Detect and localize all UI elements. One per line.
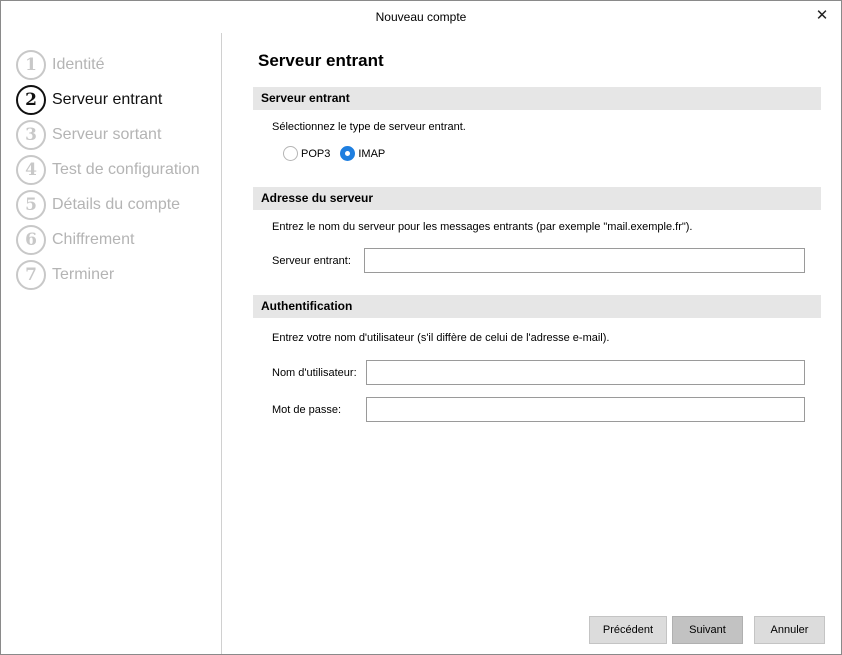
step-number: 5 xyxy=(16,190,46,220)
step-number: 6 xyxy=(16,225,46,255)
pop3-radio-label[interactable]: POP3 xyxy=(301,148,330,160)
imap-radio-label[interactable]: IMAP xyxy=(358,148,385,160)
previous-button[interactable]: Précédent xyxy=(589,616,667,644)
step-number: 3 xyxy=(16,120,46,150)
password-label: Mot de passe: xyxy=(272,404,342,416)
page-title: Serveur entrant xyxy=(258,51,384,70)
step-number: 7 xyxy=(16,260,46,290)
step-identite: 1 Identité xyxy=(16,50,104,80)
section-header-authentication: Authentification xyxy=(253,295,821,318)
window-title: Nouveau compte xyxy=(375,10,467,24)
auth-instruction: Entrez votre nom d'utilisateur (s'il dif… xyxy=(272,332,610,344)
next-button[interactable]: Suivant xyxy=(672,616,743,644)
cancel-button[interactable]: Annuler xyxy=(754,616,825,644)
section-header-incoming: Serveur entrant xyxy=(253,87,821,110)
step-label: Serveur entrant xyxy=(52,91,163,108)
incoming-server-input[interactable] xyxy=(364,248,805,273)
close-icon[interactable]: ✕ xyxy=(813,7,831,25)
step-label: Test de configuration xyxy=(52,161,200,178)
server-type-radio-group: POP3 IMAP xyxy=(283,146,395,161)
step-label: Terminer xyxy=(52,266,115,283)
step-label: Identité xyxy=(52,56,105,73)
wizard-content: Serveur entrant Serveur entrant Sélectio… xyxy=(223,33,841,654)
imap-radio[interactable] xyxy=(340,146,356,161)
step-serveur-entrant: 2 Serveur entrant xyxy=(16,85,162,115)
password-input[interactable] xyxy=(366,397,805,422)
step-label: Serveur sortant xyxy=(52,126,162,143)
step-chiffrement: 6 Chiffrement xyxy=(16,225,134,255)
step-label: Détails du compte xyxy=(52,196,181,213)
step-serveur-sortant: 3 Serveur sortant xyxy=(16,120,161,150)
section-header-server-address: Adresse du serveur xyxy=(253,187,821,210)
step-label: Chiffrement xyxy=(52,231,135,248)
step-details-compte: 5 Détails du compte xyxy=(16,190,180,220)
wizard-steps-sidebar: 1 Identité 2 Serveur entrant 3 Serveur s… xyxy=(1,33,222,654)
step-number: 2 xyxy=(16,85,46,115)
server-instruction: Entrez le nom du serveur pour les messag… xyxy=(272,221,693,233)
username-input[interactable] xyxy=(366,360,805,385)
incoming-server-label: Serveur entrant: xyxy=(272,255,351,267)
incoming-instruction: Sélectionnez le type de serveur entrant. xyxy=(272,121,466,133)
step-number: 1 xyxy=(16,50,46,80)
step-number: 4 xyxy=(16,155,46,185)
title-bar: Nouveau compte ✕ xyxy=(1,1,841,33)
username-label: Nom d'utilisateur: xyxy=(272,367,357,379)
step-test-configuration: 4 Test de configuration xyxy=(16,155,200,185)
step-terminer: 7 Terminer xyxy=(16,260,114,290)
dialog-window: Nouveau compte ✕ 1 Identité 2 Serveur en… xyxy=(0,0,842,655)
pop3-radio[interactable] xyxy=(283,146,298,161)
